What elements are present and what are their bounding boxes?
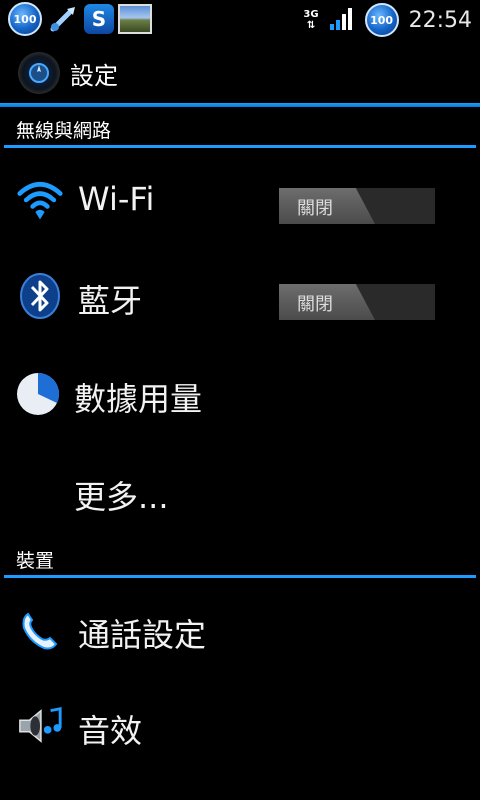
s-app-icon: S bbox=[84, 4, 114, 34]
settings-row-wifi[interactable]: Wi-Fi 關閉 bbox=[0, 152, 480, 248]
settings-row-sound[interactable]: 音效 bbox=[0, 678, 480, 774]
page-title: 設定 bbox=[70, 62, 118, 90]
battery-100-icon: 100 bbox=[364, 3, 399, 37]
signal-bars-icon bbox=[329, 6, 355, 34]
section-header-wireless: 無線與網路 bbox=[0, 108, 480, 148]
speaker-icon bbox=[16, 702, 64, 750]
badge-100-label: 100 bbox=[13, 12, 37, 26]
network-3g-icon: 3G ⇅ bbox=[303, 9, 318, 31]
wifi-toggle-label: 關閉 bbox=[297, 198, 333, 219]
title-divider bbox=[0, 103, 480, 107]
section-divider bbox=[4, 575, 476, 578]
s-app-letter: S bbox=[91, 7, 107, 31]
more-label: 更多... bbox=[74, 478, 169, 516]
settings-row-more[interactable]: 更多... bbox=[0, 444, 480, 540]
section-header-device: 裝置 bbox=[0, 538, 480, 578]
wifi-icon bbox=[16, 176, 64, 224]
settings-app-icon[interactable] bbox=[18, 52, 60, 94]
wifi-label: Wi-Fi bbox=[78, 180, 155, 218]
usb-debug-icon bbox=[46, 2, 80, 36]
section-divider bbox=[4, 145, 476, 148]
status-time: 22:54 bbox=[408, 7, 472, 33]
settings-row-call-settings[interactable]: 通話設定 bbox=[0, 582, 480, 678]
status-bar: 100 S 3G ⇅ 100 22:54 bbox=[0, 0, 480, 40]
bluetooth-icon bbox=[16, 272, 64, 320]
settings-row-bluetooth[interactable]: 藍牙 關閉 bbox=[0, 248, 480, 344]
network-type-label: 3G bbox=[303, 9, 319, 20]
sound-label: 音效 bbox=[78, 712, 143, 750]
badge-100-icon: 100 bbox=[8, 2, 42, 36]
battery-level-label: 100 bbox=[370, 13, 394, 27]
wifi-toggle[interactable]: 關閉 bbox=[279, 188, 435, 224]
bluetooth-label: 藍牙 bbox=[78, 282, 143, 320]
data-usage-label: 數據用量 bbox=[74, 380, 203, 418]
section-label-wireless: 無線與網路 bbox=[16, 120, 112, 142]
bluetooth-toggle-label: 關閉 bbox=[297, 294, 333, 315]
bluetooth-toggle[interactable]: 關閉 bbox=[279, 284, 435, 320]
title-bar: 設定 bbox=[0, 44, 480, 104]
section-label-device: 裝置 bbox=[16, 550, 55, 572]
phone-icon bbox=[16, 606, 64, 654]
picture-icon bbox=[118, 4, 152, 34]
settings-row-data-usage[interactable]: 數據用量 bbox=[0, 346, 480, 442]
call-settings-label: 通話設定 bbox=[78, 616, 207, 654]
data-arrows-icon: ⇅ bbox=[306, 20, 316, 31]
pie-chart-icon bbox=[14, 370, 62, 418]
